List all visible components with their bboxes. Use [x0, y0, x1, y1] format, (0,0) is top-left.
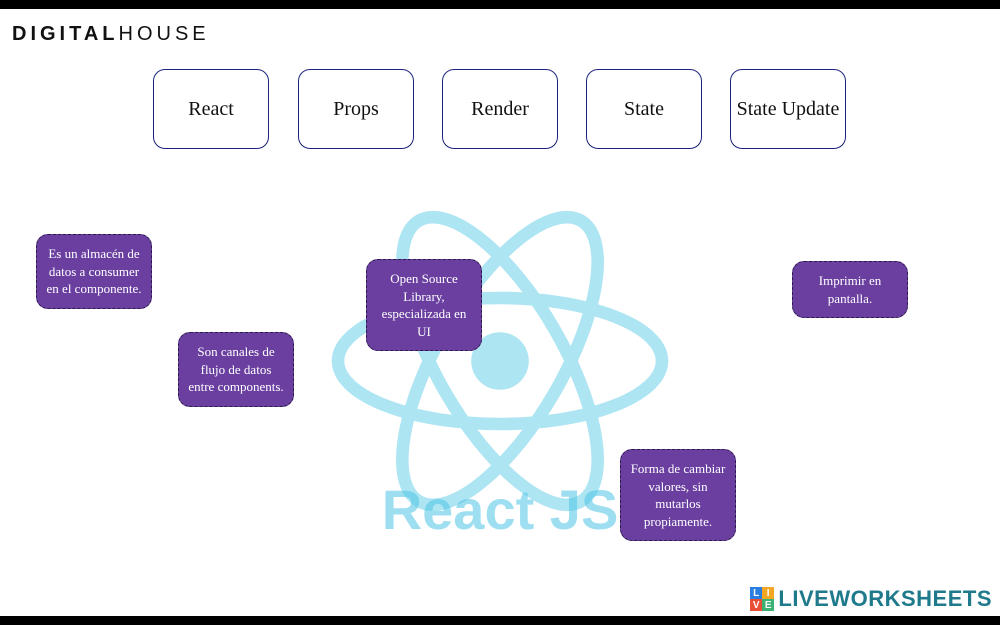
dropzone-label: Props: [333, 98, 379, 121]
dropzone-react[interactable]: React: [153, 69, 269, 149]
dropzone-state-update[interactable]: State Update: [730, 69, 846, 149]
dropzone-label: Render: [471, 98, 529, 121]
brand-part1: DIGITAL: [12, 23, 119, 45]
liveworksheets-text: LIVEWORKSHEETS: [778, 586, 992, 612]
react-text-watermark: React JS: [382, 477, 619, 542]
liveworksheets-logo: L I V E LIVEWORKSHEETS: [750, 586, 992, 612]
badge-cell: V: [750, 599, 762, 611]
badge-cell: E: [762, 599, 774, 611]
dropzone-label: State Update: [737, 98, 840, 121]
badge-cell: L: [750, 587, 762, 599]
brand-logo: DIGITALHOUSE: [12, 23, 210, 46]
card-text: Open Source Library, especializada en UI: [382, 271, 467, 339]
card-props-def[interactable]: Son canales de flujo de datos entre comp…: [178, 332, 294, 407]
worksheet-sheet: DIGITALHOUSE React JS React Props Render…: [0, 9, 1000, 616]
card-react-def[interactable]: Open Source Library, especializada en UI: [366, 259, 482, 351]
dropzone-render[interactable]: Render: [442, 69, 558, 149]
card-text: Es un almacén de datos a consumer en el …: [47, 246, 142, 296]
brand-part2: HOUSE: [119, 23, 210, 45]
card-render-def[interactable]: Imprimir en pantalla.: [792, 261, 908, 318]
liveworksheets-badge-icon: L I V E: [750, 587, 774, 611]
card-state-update-def[interactable]: Forma de cambiar valores, sin mutarlos p…: [620, 449, 736, 541]
dropzone-label: React: [188, 98, 234, 121]
card-text: Imprimir en pantalla.: [819, 273, 881, 306]
dropzone-props[interactable]: Props: [298, 69, 414, 149]
dropzone-state[interactable]: State: [586, 69, 702, 149]
card-text: Son canales de flujo de datos entre comp…: [188, 344, 283, 394]
badge-cell: I: [762, 587, 774, 599]
card-state-def[interactable]: Es un almacén de datos a consumer en el …: [36, 234, 152, 309]
card-text: Forma de cambiar valores, sin mutarlos p…: [631, 461, 726, 529]
dropzone-label: State: [624, 98, 664, 121]
